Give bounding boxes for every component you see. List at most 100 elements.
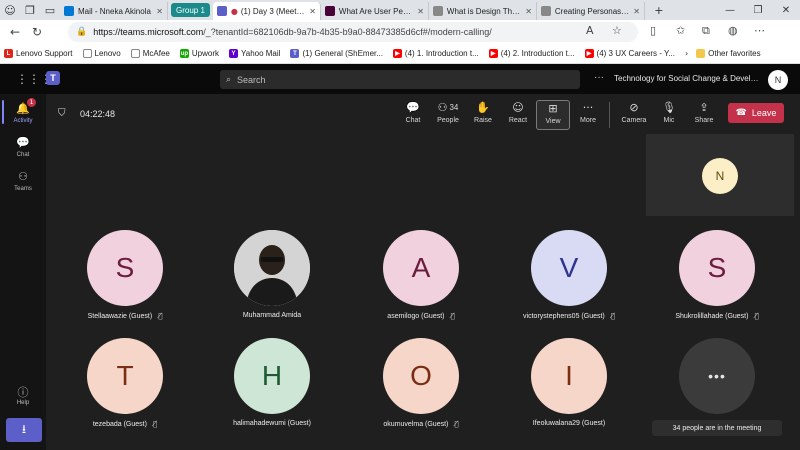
raise-hand-button[interactable]: ✋ Raise [466, 100, 500, 130]
search-icon: ⌕ [226, 74, 232, 85]
browser-tab-bar: ☺ ❐ ▭ Mail - Nneka Akinola ✕ Group 1 ● (… [0, 0, 800, 20]
participant-name-row: Muhammad Amida [242, 312, 302, 319]
participant-tile[interactable]: O okumuvelma (Guest) 🎙̸ [348, 338, 494, 442]
participant-tile[interactable]: A asemilogo (Guest) 🎙̸ [348, 230, 494, 334]
page-icon [82, 49, 92, 58]
participant-tile[interactable]: S Shukrolillahade (Guest) 🎙̸ [644, 230, 790, 334]
tab-design-thinking[interactable]: What is Design Thinking ✕ [429, 2, 537, 20]
bookmark-yahoo-mail[interactable]: Y Yahoo Mail [229, 49, 280, 58]
teams-header: ⋮⋮⋮ T ⌕ Search ··· Technology for Social… [0, 64, 800, 94]
window-close-icon[interactable]: ✕ [772, 5, 800, 16]
bookmark-youtube-3[interactable]: ▶ (4) 3 UX Careers - Y... [584, 49, 675, 58]
participant-tile[interactable]: S Stellaawazie (Guest) 🎙̸ [52, 230, 198, 334]
mic-muted-icon: 🎙̸ [152, 420, 158, 428]
participant-avatar: V [531, 230, 607, 306]
participant-avatar: T [87, 338, 163, 414]
share-button[interactable]: ⇪ Share [687, 100, 721, 130]
url-field[interactable]: 🔒 https://teams.microsoft.com/_?tenantId… [68, 22, 638, 42]
org-name[interactable]: Technology for Social Change & Develop..… [614, 74, 760, 83]
youtube-icon: ▶ [584, 49, 594, 58]
overflow-participants-tile[interactable]: ••• 34 people are in the meeting [644, 338, 790, 442]
participant-avatar: O [383, 338, 459, 414]
profile-icon[interactable]: ☺ [0, 0, 20, 20]
mic-button[interactable]: 🎙 Mic [652, 100, 686, 130]
participant-name-row: halimahadewumi (Guest) [233, 420, 311, 427]
rail-item-chat[interactable]: 💬 Chat [0, 136, 46, 158]
favorites-icon[interactable]: ✩ [676, 24, 685, 37]
participant-tile[interactable]: I Ifeoluwalana29 (Guest) [496, 338, 642, 442]
tab-creating-personas[interactable]: Creating Personas from ✕ [537, 2, 645, 20]
copilot-icon[interactable]: ◍ [728, 24, 738, 37]
minimize-icon[interactable]: — [716, 5, 744, 16]
profile-avatar[interactable]: N [768, 70, 788, 90]
youtube-icon: ▶ [392, 49, 402, 58]
close-icon[interactable]: ✕ [156, 7, 163, 16]
teams-group-icon: ⚇ [18, 170, 28, 183]
self-avatar: N [702, 158, 738, 194]
react-button[interactable]: ☺ React [501, 100, 535, 130]
bookmark-teams-general[interactable]: T (1) General (ShEmer... [290, 49, 383, 58]
bookmark-youtube-2[interactable]: ▶ (4) 2. Introduction t... [488, 49, 575, 58]
view-button[interactable]: ⊞ View [536, 100, 570, 130]
self-view-tile[interactable]: N [646, 134, 794, 216]
participant-name-row: Shukrolillahade (Guest) 🎙̸ [675, 312, 759, 320]
mic-muted-icon: 🎙̸ [158, 312, 163, 320]
bookmark-mcafee[interactable]: McAfee [130, 49, 170, 58]
teams-logo-icon: T [46, 71, 60, 85]
tab-user-personas[interactable]: What Are User Personas ✕ [321, 2, 429, 20]
split-screen-icon[interactable]: ▯ [650, 24, 656, 37]
more-button[interactable]: ··· More [571, 100, 605, 130]
chevron-right-icon[interactable]: › [685, 49, 688, 58]
close-icon[interactable]: ✕ [417, 7, 424, 16]
bookmark-lenovo-support[interactable]: L Lenovo Support [4, 49, 73, 58]
back-icon[interactable]: ← [4, 25, 26, 39]
collections-icon[interactable]: ⧉ [702, 24, 710, 38]
participant-photo [234, 230, 310, 306]
bookmark-upwork[interactable]: up Upwork [179, 49, 219, 58]
rail-item-help[interactable]: ⓘ Help [0, 384, 46, 406]
tab-teams-meeting[interactable]: ● (1) Day 3 (Meeting) ✕ [212, 2, 321, 20]
participant-name-row: asemilogo (Guest) 🎙̸ [387, 312, 455, 320]
controls-divider [609, 102, 610, 128]
refresh-icon[interactable]: ↻ [26, 25, 48, 39]
workspaces-icon[interactable]: ❐ [20, 0, 40, 20]
people-count-label: 34 people are in the meeting [652, 420, 782, 436]
camera-button[interactable]: ⊘ Camera [617, 100, 651, 130]
people-icon: ⚇ 34 [437, 100, 459, 114]
participant-tile[interactable]: V victorystephens05 (Guest) 🎙̸ [496, 230, 642, 334]
read-aloud-icon[interactable]: A [586, 24, 594, 37]
close-icon[interactable]: ✕ [633, 7, 640, 16]
participant-tile[interactable]: T tezebada (Guest) 🎙̸ [52, 338, 198, 442]
more-options-icon[interactable]: ··· [594, 72, 604, 83]
chat-icon: 💬 [406, 100, 420, 114]
restore-icon[interactable]: ❐ [744, 5, 772, 16]
upwork-icon: up [179, 49, 189, 58]
app-rail: 🔔 1 Activity 💬 Chat ⚇ Teams ⓘ Help ⭳ [0, 94, 46, 450]
favorite-star-icon[interactable]: ☆ [612, 24, 622, 37]
settings-more-icon[interactable]: ⋯ [754, 24, 765, 37]
lock-icon: 🔒 [76, 27, 88, 37]
new-tab-icon[interactable]: + [649, 0, 669, 20]
download-app-button[interactable]: ⭳ [6, 418, 42, 442]
chat-button[interactable]: 💬 Chat [396, 100, 430, 130]
rail-item-activity[interactable]: 🔔 1 Activity [0, 98, 46, 124]
tab-group-chip[interactable]: Group 1 [171, 3, 210, 17]
people-button[interactable]: ⚇ 34 People [431, 100, 465, 130]
rail-item-teams[interactable]: ⚇ Teams [0, 170, 46, 192]
search-input[interactable]: ⌕ Search [220, 70, 580, 89]
close-icon[interactable]: ✕ [525, 7, 532, 16]
leave-button[interactable]: ☎ Leave [728, 103, 784, 123]
bookmark-other-favorites[interactable]: Other favorites [696, 49, 761, 58]
participant-tile[interactable]: Muhammad Amida [199, 230, 345, 334]
close-icon[interactable]: ✕ [309, 7, 316, 16]
shield-icon[interactable]: ⛉ [58, 108, 66, 119]
tab-actions-icon[interactable]: ▭ [40, 0, 60, 20]
meeting-controls-bar: ⛉ 04:22:48 💬 Chat ⚇ 34 People ✋ Raise ☺ R… [46, 94, 800, 134]
participant-avatar: I [531, 338, 607, 414]
participant-tile[interactable]: H halimahadewumi (Guest) [199, 338, 345, 442]
bookmark-lenovo[interactable]: Lenovo [82, 49, 121, 58]
bookmark-youtube-1[interactable]: ▶ (4) 1. Introduction t... [392, 49, 479, 58]
camera-off-icon: ⊘ [629, 100, 639, 114]
participant-avatar: A [383, 230, 459, 306]
tab-mail[interactable]: Mail - Nneka Akinola ✕ [60, 2, 168, 20]
